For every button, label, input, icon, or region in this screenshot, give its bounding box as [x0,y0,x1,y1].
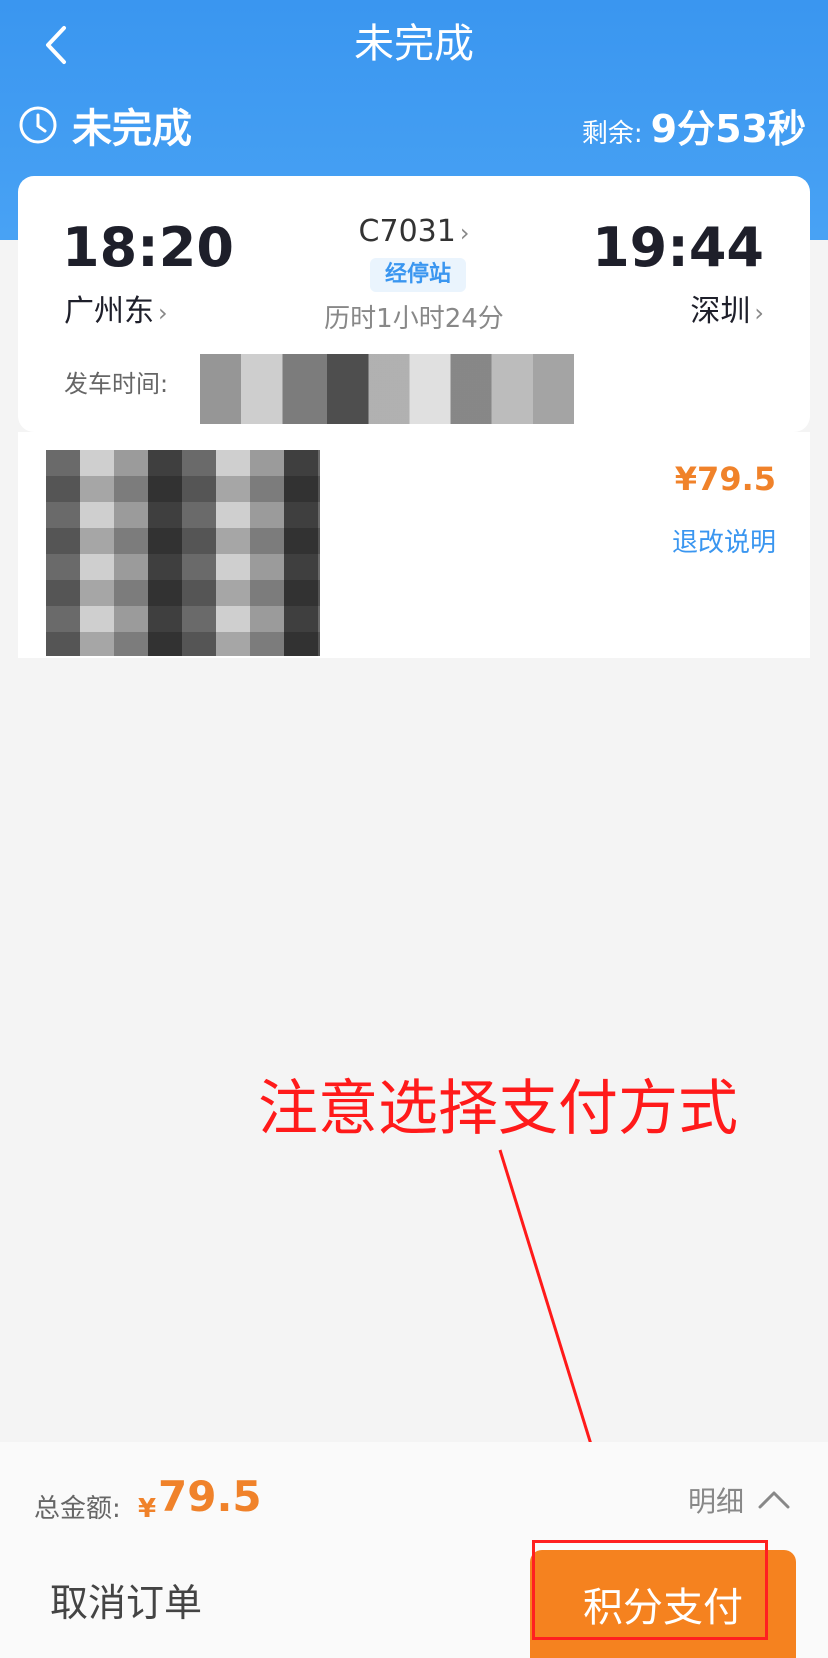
annotation-text: 注意选择支付方式 [258,1074,738,1144]
ticket-price: ¥79.5 [674,460,776,498]
depart-time-label: 发车时间: [64,370,169,398]
refund-rules-link[interactable]: 退改说明 [672,522,776,559]
remaining-label: 剩余: [581,119,643,149]
cancel-order-button[interactable]: 取消订单 [50,1572,202,1627]
total-label: 总金额: [34,1494,121,1524]
remaining-value: 9分53秒 [650,107,806,151]
chevron-right-icon: › [459,219,470,247]
trip-card: 18:20 19:44 广州东 › 深圳 › C7031 › 经停站 历时1小时24分… [18,176,810,432]
annotation-highlight-box [532,1540,768,1640]
status-label: 未完成 [72,106,192,152]
passenger-card: ¥79.5 退改说明 [18,432,810,658]
order-status: 未完成 [18,100,192,152]
total-amount: 79.5 [158,1472,262,1521]
chevron-up-icon [758,1491,790,1509]
total-currency: ¥ [138,1494,157,1524]
redacted-passenger-info [46,450,320,656]
detail-label: 明细 [687,1485,744,1518]
page-title: 未完成 [354,21,474,67]
train-number-label: C7031 [358,214,456,249]
stops-tag[interactable]: 经停站 [370,258,466,292]
remaining-time: 剩余: 9分53秒 [582,98,806,153]
train-number[interactable]: C7031 › [18,214,810,249]
redacted-depart-time [200,354,574,424]
duration: 历时1小时24分 [324,304,504,334]
clock-icon [19,106,57,144]
detail-toggle[interactable]: 明细 [688,1480,794,1520]
